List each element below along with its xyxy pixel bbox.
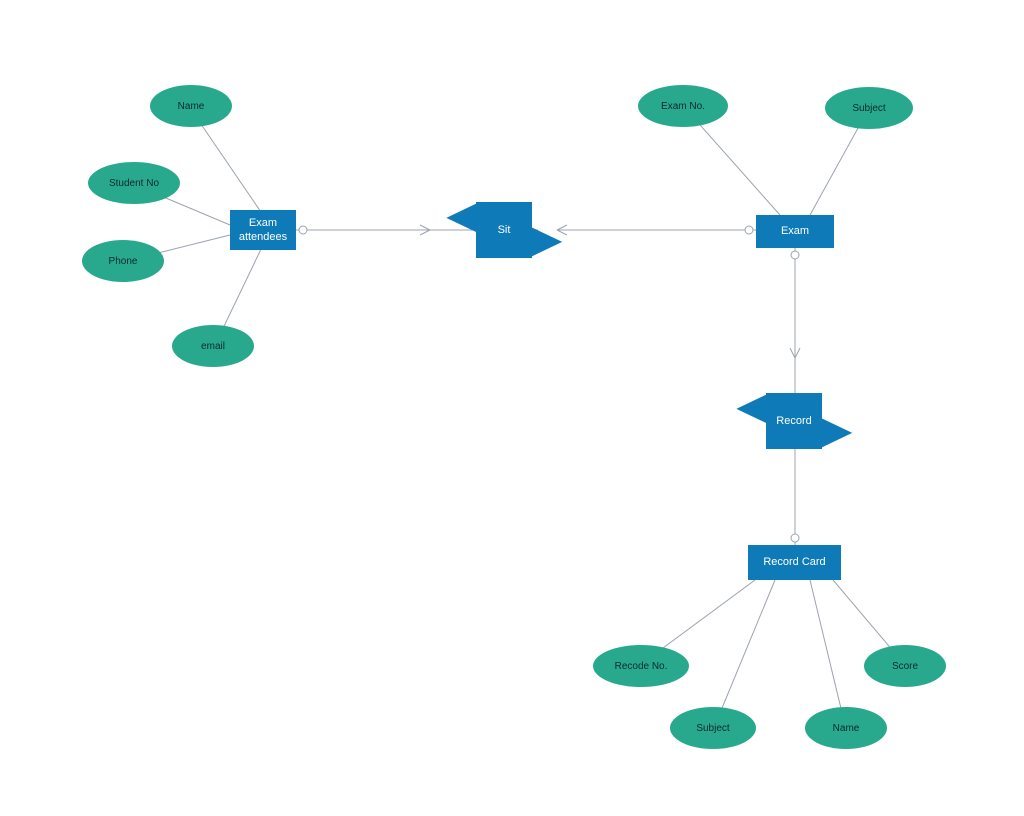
entity-exam-attendees: Exam attendees bbox=[230, 210, 296, 250]
entity-label: Record Card bbox=[763, 555, 825, 569]
attribute-label: Name bbox=[178, 101, 205, 112]
relationship-sit: Sit bbox=[476, 202, 532, 258]
attribute-student-no: Student No bbox=[88, 162, 180, 204]
attribute-label: Name bbox=[833, 723, 860, 734]
attribute-label: Exam No. bbox=[661, 101, 705, 112]
relationship-record: Record bbox=[766, 393, 822, 449]
entity-exam: Exam bbox=[756, 215, 834, 248]
attribute-name-2: Name bbox=[805, 707, 887, 749]
attribute-label: Student No bbox=[109, 178, 159, 189]
relationship-label: Record bbox=[776, 415, 811, 427]
entity-record-card: Record Card bbox=[748, 545, 841, 580]
relationship-label: Sit bbox=[498, 224, 511, 236]
attribute-label: Subject bbox=[696, 723, 729, 734]
attribute-phone: Phone bbox=[82, 240, 164, 282]
attribute-recode-no: Recode No. bbox=[593, 645, 689, 687]
attribute-label: Phone bbox=[109, 256, 138, 267]
entity-label: Exam attendees bbox=[239, 216, 287, 245]
attribute-label: Subject bbox=[852, 103, 885, 114]
attribute-subject-1: Subject bbox=[825, 87, 913, 129]
attribute-subject-2: Subject bbox=[670, 707, 756, 749]
attribute-label: Recode No. bbox=[615, 661, 668, 672]
attribute-label: email bbox=[201, 341, 225, 352]
attribute-label: Score bbox=[892, 661, 918, 672]
attribute-score: Score bbox=[864, 645, 946, 687]
attribute-name-1: Name bbox=[150, 85, 232, 127]
attribute-email: email bbox=[172, 325, 254, 367]
entity-label: Exam bbox=[781, 224, 809, 238]
attribute-exam-no: Exam No. bbox=[638, 85, 728, 127]
